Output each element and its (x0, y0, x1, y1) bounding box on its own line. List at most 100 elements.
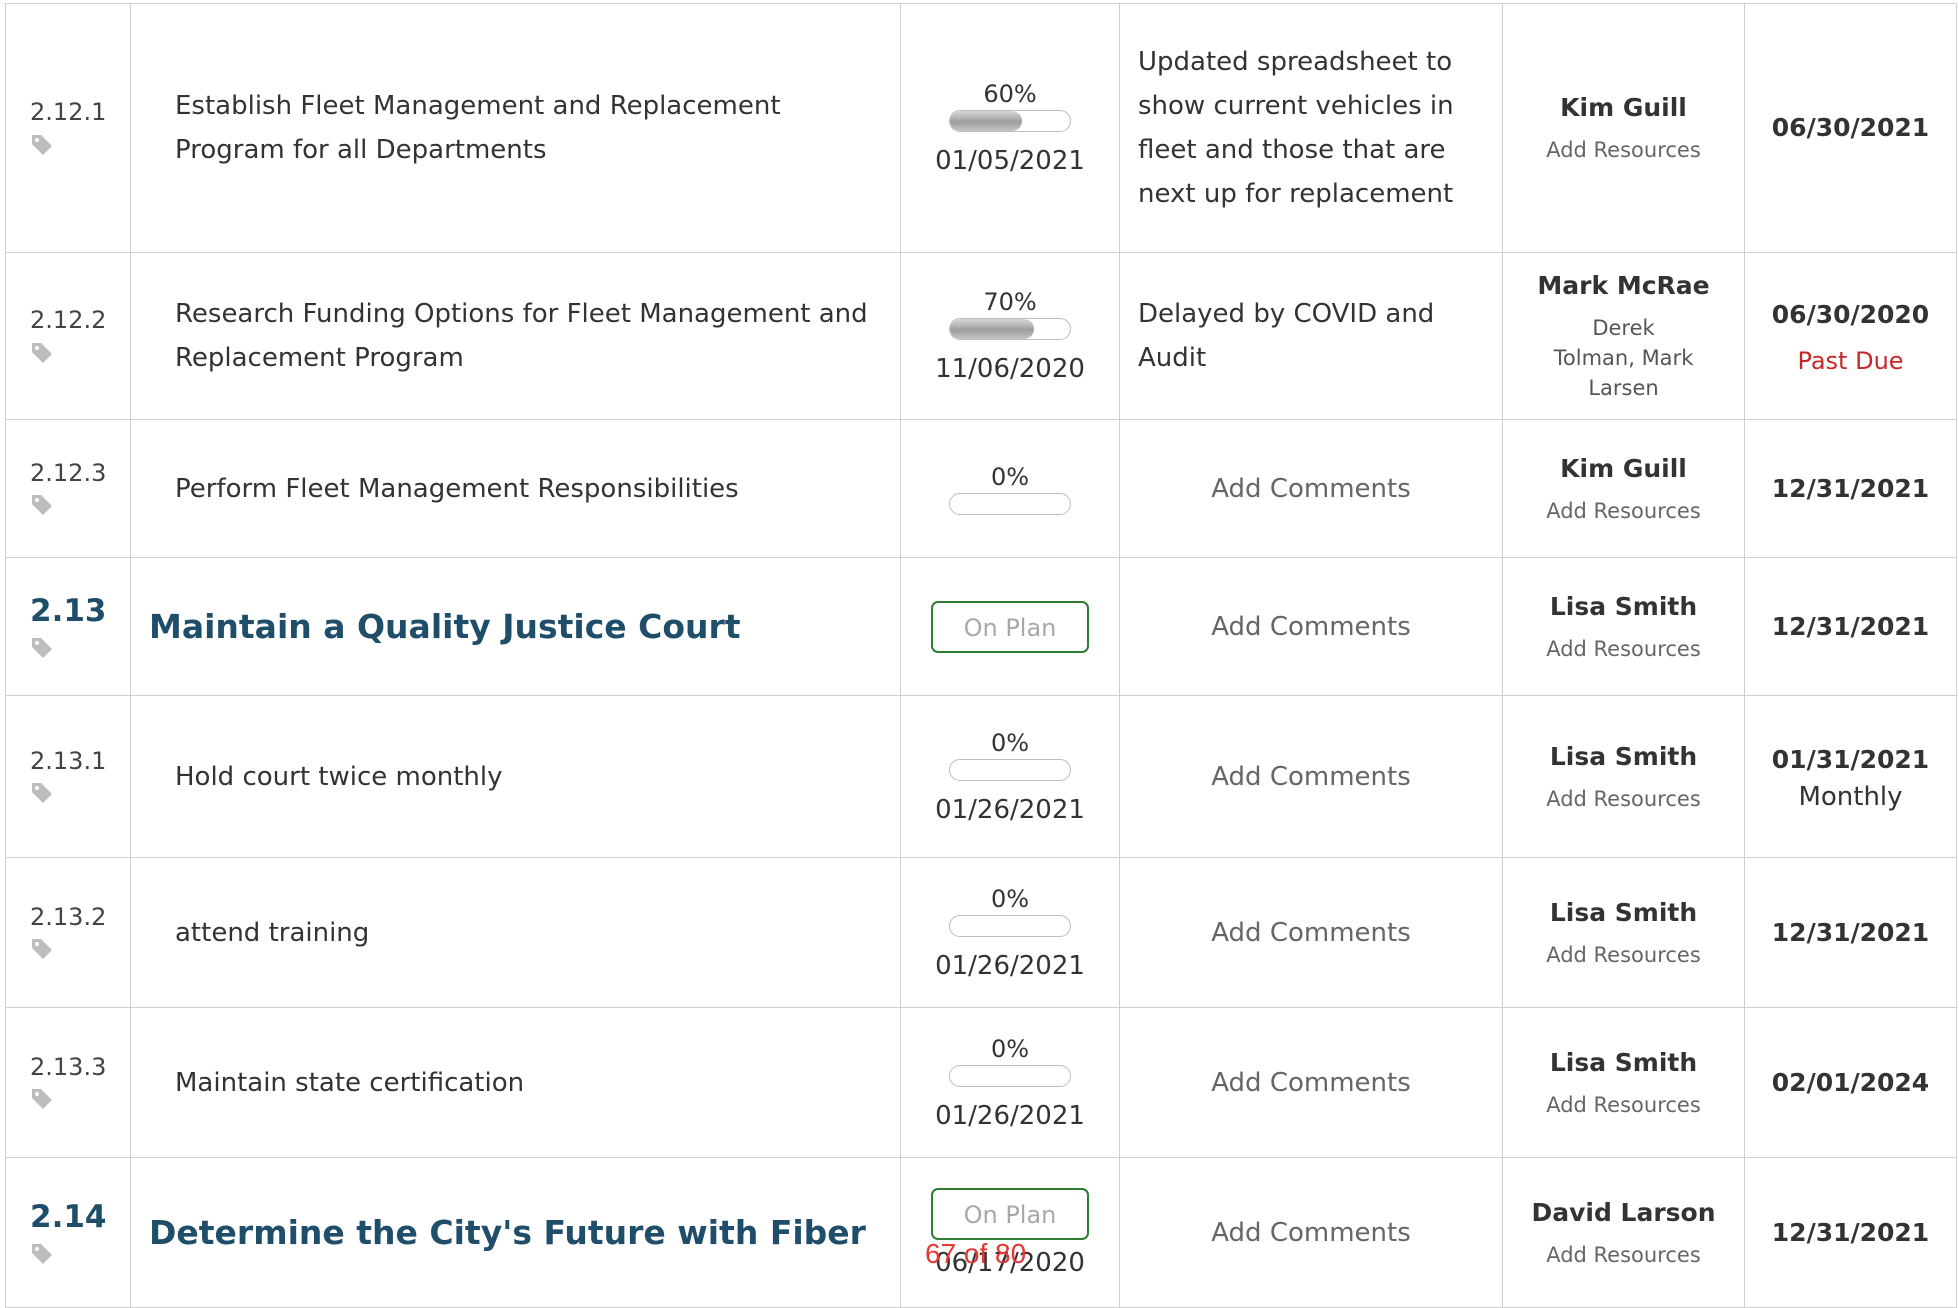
due-date[interactable]: 12/31/2021 (1745, 609, 1956, 645)
owner-name[interactable]: Mark McRae (1503, 269, 1744, 303)
owner-name[interactable]: Lisa Smith (1503, 1046, 1744, 1080)
item-name[interactable]: attend training (130, 857, 901, 1008)
progress-percent: 0% (990, 884, 1030, 913)
progress-cell[interactable]: 0% 01/26/2021 (900, 695, 1120, 858)
add-resources-link[interactable]: Add Resources (1503, 1240, 1744, 1270)
owner-cell: Lisa Smith Add Resources (1502, 1007, 1745, 1158)
item-number-cell: 2.12.1 (5, 3, 131, 253)
progress-bar[interactable] (949, 110, 1071, 132)
add-comments-link[interactable]: Add Comments (1119, 1007, 1503, 1158)
progress-percent: 60% (983, 80, 1037, 108)
progress-bar[interactable] (949, 318, 1071, 340)
item-number: 2.13.3 (30, 1052, 107, 1081)
progress-percent: 0% (990, 1034, 1030, 1063)
add-resources-link[interactable]: Add Resources (1503, 135, 1744, 165)
item-name[interactable]: Establish Fleet Management and Replaceme… (130, 3, 901, 253)
due-cell: 12/31/2021 (1744, 1157, 1957, 1308)
due-date[interactable]: 06/30/2021 (1745, 110, 1956, 146)
add-comments-link[interactable]: Add Comments (1119, 419, 1503, 558)
progress-bar[interactable] (949, 758, 1071, 781)
item-number: 2.12.3 (30, 458, 107, 487)
due-date[interactable]: 02/01/2024 (1745, 1065, 1956, 1101)
status-cell: On Plan 06/17/2020 (900, 1157, 1120, 1308)
progress-bar[interactable] (949, 492, 1071, 515)
owner-name[interactable]: Lisa Smith (1503, 740, 1744, 774)
owner-cell: David Larson Add Resources (1502, 1157, 1745, 1308)
progress-date: 01/05/2021 (935, 146, 1085, 176)
progress-percent: 0% (990, 462, 1030, 491)
tag-icon[interactable] (30, 781, 54, 807)
tag-icon[interactable] (30, 636, 54, 662)
goal-title[interactable]: Maintain a Quality Justice Court (130, 557, 901, 696)
goal-row: 2.13 Maintain a Quality Justice Court On… (5, 557, 1957, 696)
due-date[interactable]: 12/31/2021 (1745, 471, 1956, 507)
goal-title[interactable]: Determine the City's Future with Fiber (130, 1157, 901, 1308)
add-comments-link[interactable]: Add Comments (1119, 695, 1503, 858)
progress-cell[interactable]: 60% 01/05/2021 (900, 3, 1120, 253)
on-plan-status-button[interactable]: On Plan (931, 600, 1089, 653)
owner-name[interactable]: Kim Guill (1503, 91, 1744, 125)
due-cell: 12/31/2021 (1744, 557, 1957, 696)
tag-icon[interactable] (30, 133, 54, 159)
owner-name[interactable]: Kim Guill (1503, 452, 1744, 486)
goal-number: 2.13 (30, 593, 107, 630)
item-name[interactable]: Research Funding Options for Fleet Manag… (130, 252, 901, 420)
add-resources-link[interactable]: Add Resources (1503, 496, 1744, 526)
tag-icon[interactable] (30, 937, 54, 963)
owner-name[interactable]: Lisa Smith (1503, 896, 1744, 930)
due-date[interactable]: 12/31/2021 (1745, 1215, 1956, 1251)
owner-cell: Lisa Smith Add Resources (1502, 695, 1745, 858)
progress-cell[interactable]: 0% 01/26/2021 (900, 857, 1120, 1008)
progress-date: 06/17/2020 (935, 1247, 1085, 1278)
item-name[interactable]: Maintain state certification (130, 1007, 901, 1158)
add-comments-link[interactable]: Add Comments (1119, 557, 1503, 696)
comment-text[interactable]: Delayed by COVID and Audit (1119, 252, 1503, 420)
add-resources-link[interactable]: Add Resources (1503, 784, 1744, 814)
progress-cell[interactable]: 70% 11/06/2020 (900, 252, 1120, 420)
progress-bar[interactable] (949, 1064, 1071, 1087)
add-comments-link[interactable]: Add Comments (1119, 1157, 1503, 1308)
on-plan-status-button[interactable]: On Plan (931, 1187, 1089, 1240)
progress-date: 01/26/2021 (935, 1100, 1085, 1131)
owner-name[interactable]: David Larson (1503, 1196, 1744, 1230)
table-row: 2.13.2 attend training 0% 01/26/2021 Add… (5, 857, 1957, 1008)
item-number: 2.12.1 (30, 98, 107, 127)
progress-date: 01/26/2021 (935, 794, 1085, 825)
item-number-cell: 2.12.3 (5, 419, 131, 558)
due-frequency: Monthly (1798, 781, 1903, 812)
progress-percent: 0% (990, 728, 1030, 757)
due-cell: 06/30/2020 Past Due (1744, 252, 1957, 420)
add-comments-link[interactable]: Add Comments (1119, 857, 1503, 1008)
add-resources-link[interactable]: Add Resources (1503, 634, 1744, 664)
tag-icon[interactable] (30, 341, 54, 367)
due-date[interactable]: 01/31/2021 (1745, 742, 1956, 778)
owner-name[interactable]: Lisa Smith (1503, 590, 1744, 624)
item-number: 2.12.2 (30, 306, 107, 335)
goal-number: 2.14 (30, 1199, 107, 1236)
progress-cell[interactable]: 0% (900, 419, 1120, 558)
resources-list[interactable]: Derek Tolman, Mark Larsen (1549, 313, 1699, 403)
item-number: 2.13.2 (30, 902, 107, 931)
due-date[interactable]: 06/30/2020 (1745, 297, 1956, 333)
owner-cell: Kim Guill Add Resources (1502, 3, 1745, 253)
tag-icon[interactable] (30, 1242, 54, 1268)
tag-icon[interactable] (30, 1087, 54, 1113)
add-resources-link[interactable]: Add Resources (1503, 1090, 1744, 1120)
progress-bar[interactable] (949, 914, 1071, 937)
due-cell: 12/31/2021 (1744, 419, 1957, 558)
owner-cell: Lisa Smith Add Resources (1502, 857, 1745, 1008)
item-number-cell: 2.13.3 (5, 1007, 131, 1158)
add-resources-link[interactable]: Add Resources (1503, 940, 1744, 970)
owner-cell: Kim Guill Add Resources (1502, 419, 1745, 558)
tag-icon[interactable] (30, 493, 54, 519)
progress-cell[interactable]: 0% 01/26/2021 (900, 1007, 1120, 1158)
item-name[interactable]: Perform Fleet Management Responsibilitie… (130, 419, 901, 558)
past-due-label: Past Due (1797, 347, 1904, 375)
comment-text[interactable]: Updated spreadsheet to show current vehi… (1119, 3, 1503, 253)
item-name[interactable]: Hold court twice monthly (130, 695, 901, 858)
table-row: 2.13.3 Maintain state certification 0% 0… (5, 1007, 1957, 1158)
due-cell: 12/31/2021 (1744, 857, 1957, 1008)
status-cell: On Plan (900, 557, 1120, 696)
due-date[interactable]: 12/31/2021 (1745, 915, 1956, 951)
progress-date: 11/06/2020 (935, 354, 1085, 384)
